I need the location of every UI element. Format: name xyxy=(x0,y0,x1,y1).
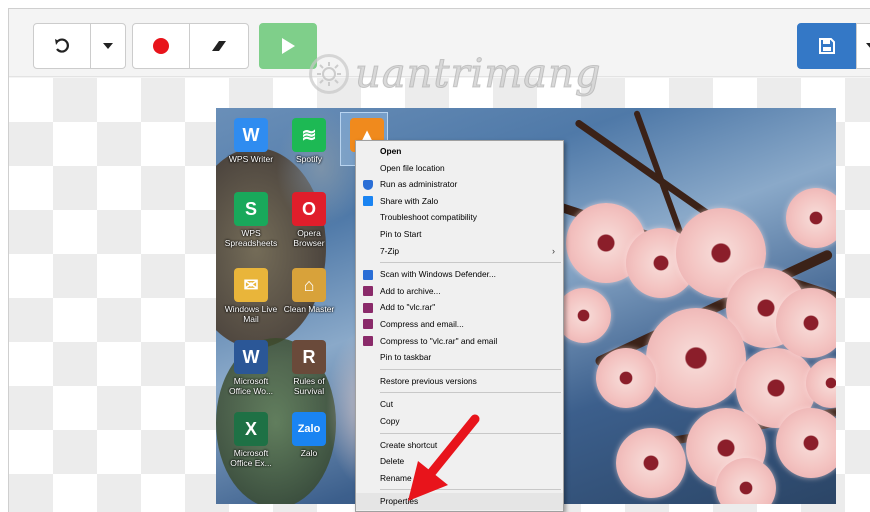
menu-item-label: Cut xyxy=(380,399,394,410)
desktop-icon[interactable]: ≋ Spotify xyxy=(281,118,337,164)
caret-down-icon xyxy=(103,43,113,49)
excel-icon: X xyxy=(234,412,268,446)
menu-item-pin-to-start[interactable]: Pin to Start xyxy=(356,226,563,243)
desktop-icon[interactable]: R Rules of Survival xyxy=(281,340,337,396)
menu-item-add-to-archive[interactable]: Add to archive... xyxy=(356,283,563,300)
winrar-icon xyxy=(363,302,373,313)
menu-separator xyxy=(380,392,561,394)
zalo-share-icon xyxy=(363,196,373,207)
record-button[interactable] xyxy=(132,23,190,69)
menu-item-label: Add to archive... xyxy=(380,285,441,296)
desktop-icon[interactable]: Zalo Zalo xyxy=(281,412,337,458)
rules-of-survival-icon: R xyxy=(292,340,326,374)
desktop-icon[interactable]: ⌂ Clean Master xyxy=(281,268,337,314)
quantrimang-logo-icon xyxy=(309,54,349,94)
menu-item-label: 7-Zip xyxy=(380,245,400,256)
menu-item-label: Pin to Start xyxy=(380,228,422,239)
save-icon xyxy=(819,38,835,54)
menu-item-compress-to-vlc-rar-and-email[interactable]: Compress to "vlc.rar" and email xyxy=(356,333,563,350)
caret-down-icon xyxy=(866,43,870,48)
desktop-icon-label: Rules of Survival xyxy=(293,376,325,396)
desktop-icon-label: Microsoft Office Ex... xyxy=(230,448,272,468)
menu-separator xyxy=(380,262,561,264)
menu-item-label: Compress and email... xyxy=(380,318,464,329)
menu-item-troubleshoot-compatibility[interactable]: Troubleshoot compatibility xyxy=(356,209,563,226)
shield-icon xyxy=(363,179,373,190)
desktop-icon[interactable]: O Opera Browser xyxy=(281,192,337,248)
menu-item-7-zip[interactable]: 7-Zip › xyxy=(356,243,563,260)
menu-item-run-as-administrator[interactable]: Run as administrator xyxy=(356,176,563,193)
undo-button[interactable] xyxy=(33,23,91,69)
menu-item-label: Run as administrator xyxy=(380,179,458,190)
wps-writer-icon: W xyxy=(234,118,268,152)
menu-item-label: Open file location xyxy=(380,162,445,173)
windows-defender-icon xyxy=(363,269,373,280)
watermark-text: uantrimang xyxy=(355,51,602,98)
winrar-icon xyxy=(363,286,373,297)
spotify-icon: ≋ xyxy=(292,118,326,152)
desktop-icon-label: Windows Live Mail xyxy=(224,304,278,324)
menu-item-compress-and-email[interactable]: Compress and email... xyxy=(356,316,563,333)
menu-item-open[interactable]: Open xyxy=(356,143,563,160)
desktop-icon-label: Clean Master xyxy=(283,304,335,314)
desktop-icon-label: Microsoft Office Wo... xyxy=(228,376,274,396)
menu-item-label: Pin to taskbar xyxy=(380,352,432,363)
clean-master-icon: ⌂ xyxy=(292,268,326,302)
desktop-icon-label: WPS Spreadsheets xyxy=(224,228,278,248)
menu-item-restore-previous-versions[interactable]: Restore previous versions xyxy=(356,373,563,390)
desktop-icon-label: Zalo xyxy=(300,448,318,458)
eraser-button[interactable] xyxy=(189,23,249,69)
save-dropdown-button[interactable] xyxy=(856,23,870,69)
menu-item-label: Compress to "vlc.rar" and email xyxy=(380,335,498,346)
desktop-icon[interactable]: W Microsoft Office Wo... xyxy=(223,340,279,396)
winrar-icon xyxy=(363,336,373,347)
desktop-icon-label: Opera Browser xyxy=(293,228,325,248)
menu-item-label: Copy xyxy=(380,415,400,426)
wps-spreadsheets-icon: S xyxy=(234,192,268,226)
word-icon: W xyxy=(234,340,268,374)
menu-separator xyxy=(380,368,561,370)
desktop-icon[interactable]: ✉ Windows Live Mail xyxy=(223,268,279,324)
play-icon xyxy=(282,38,295,54)
desktop-icon[interactable]: S WPS Spreadsheets xyxy=(223,192,279,248)
menu-item-label: Scan with Windows Defender... xyxy=(380,269,496,280)
desktop-icon[interactable]: W WPS Writer xyxy=(223,118,279,164)
watermark: uantrimang xyxy=(309,51,602,98)
zalo-icon: Zalo xyxy=(292,412,326,446)
menu-item-label: Open xyxy=(380,146,402,156)
record-icon xyxy=(153,38,169,54)
menu-item-pin-to-taskbar[interactable]: Pin to taskbar xyxy=(356,349,563,366)
desktop-icon[interactable]: X Microsoft Office Ex... xyxy=(223,412,279,468)
eraser-icon xyxy=(212,41,226,51)
menu-item-label: Restore previous versions xyxy=(380,375,477,386)
winrar-icon xyxy=(363,319,373,330)
menu-item-share-with-zalo[interactable]: Share with Zalo xyxy=(356,193,563,210)
menu-item-open-file-location[interactable]: Open file location xyxy=(356,160,563,177)
red-arrow-annotation xyxy=(408,414,480,501)
chevron-right-icon: › xyxy=(552,245,555,256)
menu-item-label: Troubleshoot compatibility xyxy=(380,212,477,223)
save-button[interactable] xyxy=(797,23,857,69)
menu-item-add-to-vlc-rar[interactable]: Add to "vlc.rar" xyxy=(356,299,563,316)
undo-dropdown-button[interactable] xyxy=(90,23,126,69)
menu-item-label: Share with Zalo xyxy=(380,195,439,206)
menu-item-scan-with-windows-defender[interactable]: Scan with Windows Defender... xyxy=(356,266,563,283)
opera-icon: O xyxy=(292,192,326,226)
desktop-icon-label: WPS Writer xyxy=(228,154,274,164)
menu-item-label: Add to "vlc.rar" xyxy=(380,302,436,313)
undo-icon xyxy=(55,38,69,53)
desktop-icon-label: Spotify xyxy=(296,154,322,164)
windows-live-mail-icon: ✉ xyxy=(234,268,268,302)
